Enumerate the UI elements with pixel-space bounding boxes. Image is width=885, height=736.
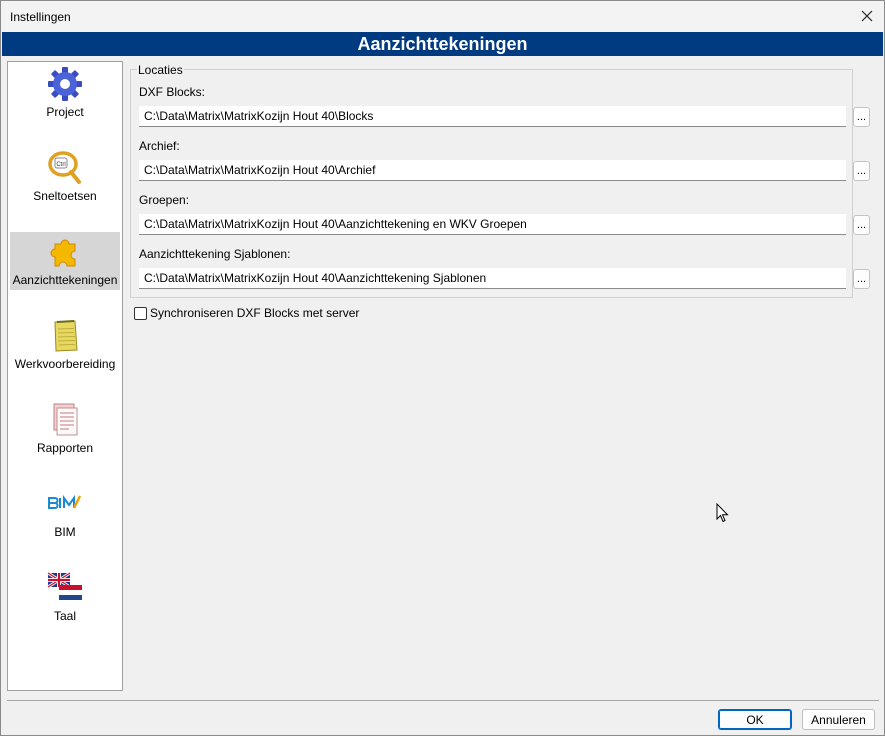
sjablonen-label: Aanzichttekening Sjablonen: [139,247,291,261]
group-legend: Locaties [137,63,184,77]
locaties-group: Locaties DXF Blocks: ... Archief: ... Gr… [130,63,870,298]
sjablonen-browse-button[interactable]: ... [853,269,870,289]
archief-browse-button[interactable]: ... [853,161,870,181]
bim-logo-icon [48,494,82,509]
sidebar-item-taal[interactable]: Taal [10,568,120,626]
sync-checkbox[interactable] [134,306,147,320]
dxf-blocks-label: DXF Blocks: [139,85,206,99]
page-banner: Aanzichttekeningen [2,32,883,56]
sidebar-item-label: Sneltoetsen [33,189,97,203]
cancel-button[interactable]: Annuleren [802,709,875,730]
groepen-label: Groepen: [139,193,190,207]
sjablonen-path-input[interactable] [139,268,846,289]
sync-option[interactable]: Synchroniseren DXF Blocks met server [134,306,359,320]
settings-window: Instellingen Aanzichttekeningen Project … [0,0,885,736]
sidebar-item-sneltoetsen[interactable]: Ctrl Sneltoetsen [10,148,120,206]
dxf-blocks-path-input[interactable] [139,106,846,127]
sidebar-item-werkvoorbereiding[interactable]: Werkvoorbereiding [10,316,120,374]
svg-text:Ctrl: Ctrl [56,162,65,168]
sync-label[interactable]: Synchroniseren DXF Blocks met server [150,306,359,320]
sidebar-item-aanzichttekeningen[interactable]: Aanzichttekeningen [10,232,120,290]
footer-divider [7,700,879,701]
groepen-path-input[interactable] [139,214,846,235]
dxf-blocks-browse-button[interactable]: ... [853,107,870,127]
flags-icon [47,571,82,600]
sidebar-item-bim[interactable]: BIM [10,484,120,542]
close-button[interactable] [856,5,878,27]
sidebar-item-label: Werkvoorbereiding [14,357,116,371]
sidebar: Project Ctrl Sneltoetsen Aanzichttekenin… [7,61,123,691]
sidebar-item-label: Aanzichttekeningen [12,273,118,287]
mouse-cursor-icon [716,503,729,523]
report-icon [53,403,78,436]
sidebar-item-rapporten[interactable]: Rapporten [10,400,120,458]
key-icon: Ctrl [48,151,81,184]
groepen-browse-button[interactable]: ... [853,215,870,235]
sidebar-item-label: Rapporten [36,441,94,455]
archief-path-input[interactable] [139,160,846,181]
window-title: Instellingen [10,10,71,24]
sidebar-item-label: Taal [53,609,76,623]
notepad-icon [54,320,78,352]
gear-icon [48,67,82,101]
sidebar-item-label: Project [46,105,84,119]
puzzle-icon [50,239,76,267]
close-icon [861,10,873,22]
archief-label: Archief: [139,139,180,153]
title-bar: Instellingen [1,1,884,32]
sidebar-item-label: BIM [54,525,76,539]
ok-button[interactable]: OK [718,709,792,730]
sidebar-item-project[interactable]: Project [10,64,120,122]
